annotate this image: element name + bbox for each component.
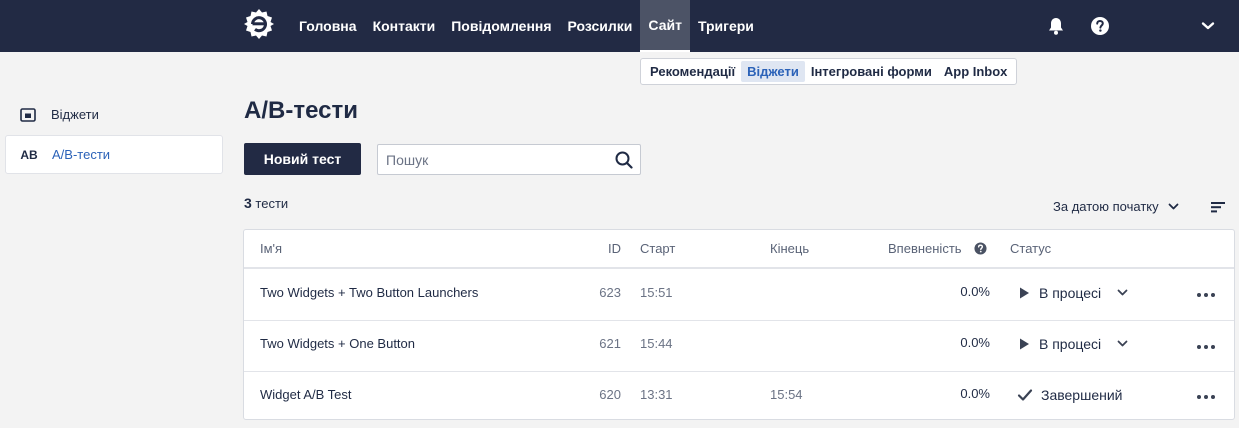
ab-icon: AB bbox=[20, 147, 38, 162]
test-id: 620 bbox=[599, 387, 621, 402]
sidebar-item-label: A/B-тести bbox=[52, 147, 111, 162]
bell-icon[interactable] bbox=[1044, 14, 1068, 38]
account-chevron-down-icon[interactable] bbox=[1196, 14, 1220, 38]
test-name[interactable]: Two Widgets + One Button bbox=[260, 336, 415, 351]
test-name[interactable]: Widget A/B Test bbox=[260, 387, 352, 402]
top-navigation-bar: Головна Контакти Повідомлення Розсилки С… bbox=[0, 0, 1239, 52]
chevron-down-icon bbox=[1117, 289, 1128, 296]
subnav-item-recommendations[interactable]: Рекомендації bbox=[644, 61, 741, 82]
nav-item-campaigns[interactable]: Розсилки bbox=[560, 0, 641, 52]
test-name[interactable]: Two Widgets + Two Button Launchers bbox=[260, 285, 478, 300]
more-options-icon[interactable] bbox=[1196, 393, 1216, 401]
ab-tests-table: Ім'я ID Старт Кінець Впевненість Статус … bbox=[243, 229, 1235, 420]
table-row[interactable]: Widget A/B Test 620 13:31 15:54 0.0% Зав… bbox=[244, 371, 1234, 419]
test-start: 13:31 bbox=[640, 387, 673, 402]
search-icon[interactable] bbox=[615, 151, 633, 169]
widget-icon bbox=[5, 107, 51, 122]
column-header-confidence[interactable]: Впевненість bbox=[888, 241, 962, 256]
tests-count-label: тести bbox=[255, 196, 289, 211]
column-header-start[interactable]: Старт bbox=[640, 241, 675, 256]
chevron-down-icon bbox=[1168, 203, 1179, 209]
new-test-button[interactable]: Новий тест bbox=[244, 143, 361, 175]
test-end: 15:54 bbox=[770, 387, 803, 402]
status-indicator: Завершений bbox=[1017, 387, 1122, 403]
sidebar-item-widgets[interactable]: Віджети bbox=[5, 95, 223, 134]
chevron-down-icon bbox=[1117, 340, 1128, 347]
sidebar-item-ab-tests[interactable]: AB A/B-тести bbox=[5, 135, 223, 174]
test-start: 15:44 bbox=[640, 336, 673, 351]
page-title: A/B-тести bbox=[244, 97, 358, 124]
confidence-help-icon[interactable] bbox=[974, 242, 987, 255]
subnav-item-integrated-forms[interactable]: Інтегровані форми bbox=[805, 61, 938, 82]
subnav-item-widgets[interactable]: Віджети bbox=[741, 61, 805, 82]
status-label: В процесі bbox=[1039, 285, 1102, 301]
search-input[interactable] bbox=[386, 145, 606, 174]
main-nav: Головна Контакти Повідомлення Розсилки С… bbox=[291, 0, 762, 52]
test-confidence: 0.0% bbox=[960, 335, 990, 350]
test-id: 623 bbox=[599, 285, 621, 300]
site-subnav: Рекомендації Віджети Інтегровані форми A… bbox=[640, 58, 1018, 85]
nav-item-triggers[interactable]: Тригери bbox=[690, 0, 762, 52]
column-header-end[interactable]: Кінець bbox=[770, 241, 809, 256]
nav-item-messages[interactable]: Повідомлення bbox=[443, 0, 559, 52]
search-box bbox=[377, 144, 641, 175]
play-icon bbox=[1020, 338, 1029, 350]
more-options-icon[interactable] bbox=[1196, 343, 1216, 351]
tests-count-number: 3 bbox=[244, 195, 252, 211]
status-dropdown[interactable]: В процесі bbox=[1017, 336, 1128, 352]
status-label: Завершений bbox=[1041, 387, 1123, 403]
column-header-status[interactable]: Статус bbox=[1010, 241, 1051, 256]
sidebar-item-label: Віджети bbox=[51, 107, 99, 122]
column-header-name[interactable]: Ім'я bbox=[260, 241, 282, 256]
subnav-item-app-inbox[interactable]: App Inbox bbox=[938, 61, 1014, 82]
help-icon[interactable] bbox=[1088, 14, 1112, 38]
checkmark-icon bbox=[1017, 389, 1033, 401]
nav-item-home[interactable]: Головна bbox=[291, 0, 365, 52]
status-label: В процесі bbox=[1039, 336, 1102, 352]
logo-icon[interactable] bbox=[243, 8, 275, 40]
nav-item-site[interactable]: Сайт bbox=[640, 0, 690, 52]
status-dropdown[interactable]: В процесі bbox=[1017, 285, 1128, 301]
table-row[interactable]: Two Widgets + Two Button Launchers 623 1… bbox=[244, 269, 1234, 320]
column-header-id[interactable]: ID bbox=[584, 241, 621, 256]
test-id: 621 bbox=[599, 336, 621, 351]
sort-dropdown[interactable]: За датою початку bbox=[1053, 199, 1179, 214]
test-confidence: 0.0% bbox=[960, 284, 990, 299]
sort-label: За датою початку bbox=[1053, 199, 1159, 214]
nav-item-contacts[interactable]: Контакти bbox=[365, 0, 444, 52]
tests-count: 3 тести bbox=[244, 195, 288, 211]
test-confidence: 0.0% bbox=[960, 386, 990, 401]
more-options-icon[interactable] bbox=[1196, 291, 1216, 299]
play-icon bbox=[1020, 287, 1029, 299]
sort-order-icon[interactable] bbox=[1210, 200, 1226, 214]
test-start: 15:51 bbox=[640, 285, 673, 300]
table-row[interactable]: Two Widgets + One Button 621 15:44 0.0% … bbox=[244, 320, 1234, 371]
